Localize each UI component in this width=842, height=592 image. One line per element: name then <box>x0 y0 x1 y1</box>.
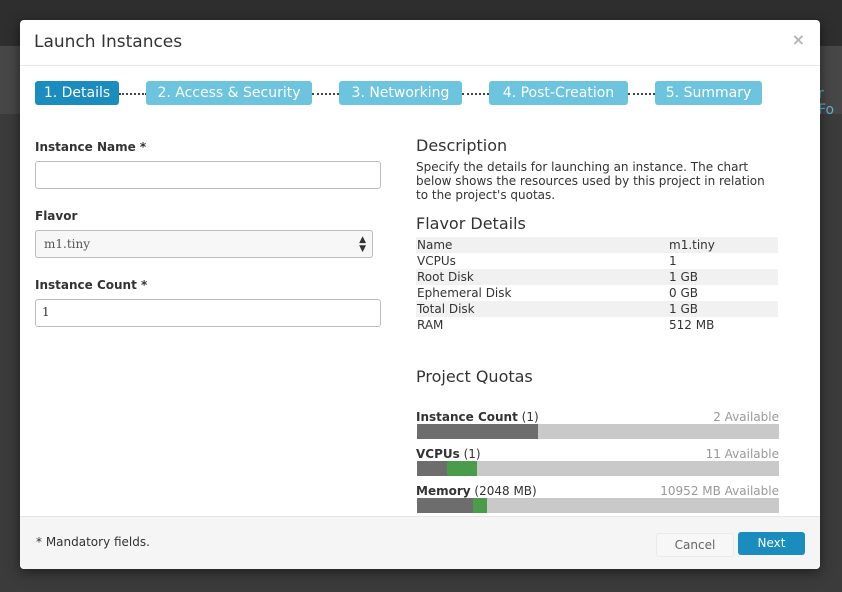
launch-instance-modal: Launch Instances × 1. Details 2. Access … <box>20 20 820 569</box>
flavor-value: 1 <box>669 254 677 268</box>
quota-available: 10952 MB Available <box>660 484 779 498</box>
instance-count-input[interactable]: 1 <box>35 299 381 327</box>
flavor-value: 0 GB <box>669 286 698 300</box>
flavor-key: RAM <box>417 318 444 332</box>
wizard-step-summary[interactable]: 5. Summary <box>655 81 762 105</box>
quota-bar <box>417 461 779 476</box>
quota-bar <box>417 424 779 439</box>
description-heading: Description <box>416 136 508 155</box>
quota-used-fill <box>417 424 538 439</box>
instance-name-label: Instance Name * <box>35 140 147 154</box>
flavor-select-value: m1.tiny <box>44 237 90 251</box>
quota-name: Instance Count <box>416 410 518 424</box>
flavor-key: Name <box>416 237 668 253</box>
wizard-step-networking[interactable]: 3. Networking <box>339 81 462 105</box>
wizard-connector <box>119 93 147 95</box>
quota-added-fill <box>447 461 477 476</box>
background-peek-text: r Fo <box>818 86 835 118</box>
wizard-step-details[interactable]: 1. Details <box>35 81 119 105</box>
next-button[interactable]: Next <box>738 532 805 555</box>
quota-name: Memory <box>416 484 471 498</box>
flavor-details-heading: Flavor Details <box>416 214 526 233</box>
flavor-key: Root Disk <box>416 269 668 285</box>
table-row: VCPUs 1 <box>416 253 778 269</box>
quota-detail: (2048 MB) <box>474 484 537 498</box>
modal-title: Launch Instances <box>34 32 183 52</box>
flavor-value: 512 MB <box>669 318 715 332</box>
project-quotas-heading: Project Quotas <box>416 367 533 386</box>
quota-label: Instance Count (1) <box>416 410 539 424</box>
instance-count-label: Instance Count * <box>35 278 148 292</box>
quota-used-fill <box>417 461 447 476</box>
close-icon[interactable]: × <box>792 30 805 49</box>
quota-detail: (1) <box>521 410 539 424</box>
modal-header: Launch Instances × <box>20 20 820 66</box>
wizard-connector <box>628 93 655 95</box>
quota-available: 2 Available <box>713 410 779 424</box>
quota-label: VCPUs (1) <box>416 447 481 461</box>
quota-label: Memory (2048 MB) <box>416 484 537 498</box>
wizard-connector <box>312 93 339 95</box>
flavor-key: Ephemeral Disk <box>417 286 512 300</box>
flavor-select[interactable]: m1.tiny ▲ ▼ <box>35 230 373 258</box>
modal-footer: * Mandatory fields. Cancel Next <box>20 516 820 569</box>
quota-detail: (1) <box>463 447 481 461</box>
flavor-value: m1.tiny <box>668 237 778 253</box>
table-row: Total Disk 1 GB <box>416 301 778 317</box>
wizard-step-access-security[interactable]: 2. Access & Security <box>146 81 312 105</box>
quota-bar <box>417 498 779 513</box>
flavor-key: VCPUs <box>417 254 456 268</box>
flavor-value: 1 GB <box>668 269 778 285</box>
table-row: Root Disk 1 GB <box>416 269 778 285</box>
quota-available: 11 Available <box>705 447 779 461</box>
wizard-connector <box>462 93 489 95</box>
table-row: Ephemeral Disk 0 GB <box>416 285 778 301</box>
table-row: RAM 512 MB <box>416 317 778 333</box>
flavor-label: Flavor <box>35 209 78 223</box>
instance-name-input[interactable] <box>35 161 381 189</box>
description-text: Specify the details for launching an ins… <box>416 160 765 202</box>
quota-used-fill <box>417 498 473 513</box>
quota-added-fill <box>473 498 487 513</box>
flavor-value: 1 GB <box>668 301 778 317</box>
wizard-step-post-creation[interactable]: 4. Post-Creation <box>489 81 628 105</box>
flavor-key: Total Disk <box>416 301 668 317</box>
select-arrows-icon: ▲ ▼ <box>359 235 366 254</box>
cancel-button[interactable]: Cancel <box>656 533 734 557</box>
mandatory-note: * Mandatory fields. <box>36 535 150 549</box>
flavor-details-table: Name m1.tiny VCPUs 1 Root Disk 1 GB Ephemer… <box>416 237 778 333</box>
wizard-steps: 1. Details 2. Access & Security 3. Netwo… <box>35 81 795 105</box>
quota-name: VCPUs <box>416 447 460 461</box>
table-row: Name m1.tiny <box>416 237 778 253</box>
